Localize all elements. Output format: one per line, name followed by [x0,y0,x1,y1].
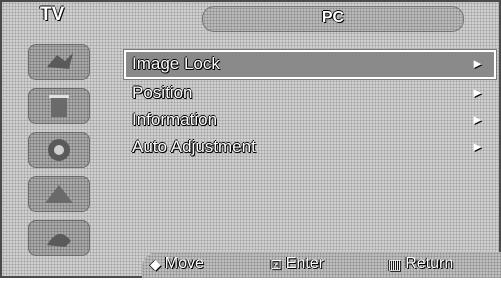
setup-icon[interactable] [28,176,90,212]
menu-item-label: Information [132,110,218,129]
return-icon: ▥ [388,255,402,272]
picture-icon[interactable] [28,44,90,80]
return-hint: ▥ Return [388,255,453,273]
navigation-hint-bar: ◆ Move ⊡ Enter ▥ Return [142,252,501,278]
menu-list: Image Lock ► Position ► Information ► Au… [123,49,497,162]
menu-title-pill: PC [202,6,464,32]
sound-icon[interactable] [28,88,90,124]
input-icon[interactable] [28,220,90,256]
move-hint: ◆ Move [150,255,204,273]
arrow-right-icon: ► [471,56,484,71]
menu-item-auto-adjustment[interactable]: Auto Adjustment ► [126,135,494,160]
menu-item-label: Image Lock [132,54,220,73]
arrow-right-icon: ► [471,85,484,100]
enter-hint: ⊡ Enter [270,255,324,273]
menu-item-label: Position [132,83,193,102]
menu-item-position[interactable]: Position ► [126,81,494,106]
enter-label: Enter [285,255,324,272]
menu-item-label: Auto Adjustment [132,137,256,156]
header-title: TV [40,4,65,25]
osd-screen: TV PC Image Lock ► Position ► Informatio… [0,0,501,278]
channel-icon[interactable] [28,132,90,168]
menu-item-image-lock[interactable]: Image Lock ► [123,49,497,80]
arrow-right-icon: ► [471,139,484,154]
category-sidebar [12,38,116,268]
menu-item-information[interactable]: Information ► [126,108,494,133]
enter-icon: ⊡ [270,255,282,272]
return-label: Return [405,255,454,272]
arrow-right-icon: ► [471,112,484,127]
move-icon: ◆ [150,255,161,272]
move-label: Move [164,255,204,272]
menu-title: PC [321,9,345,26]
